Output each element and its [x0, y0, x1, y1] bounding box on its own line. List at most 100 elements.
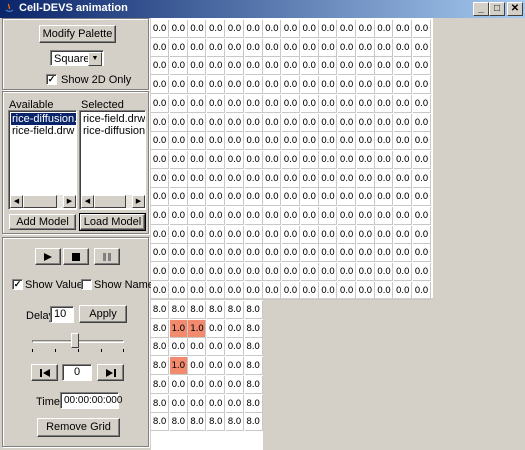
grid-cell: 0.0 — [375, 207, 394, 225]
grid-cell: 0.0 — [169, 76, 188, 95]
selected-models-list[interactable]: rice-field.drw rice-diffusion.drw ◀ ▶ — [79, 110, 146, 210]
scroll-left-icon[interactable]: ◀ — [81, 195, 94, 208]
grid-cell: 0.0 — [281, 188, 300, 207]
grid-cell: 0.0 — [412, 188, 431, 207]
load-model-button[interactable]: Load Model — [79, 213, 146, 231]
available-item[interactable]: rice-diffusion.drw — [11, 113, 76, 125]
stop-button[interactable] — [63, 248, 89, 265]
grid-cell: 0.0 — [300, 76, 319, 95]
scroll-thumb[interactable] — [94, 195, 126, 208]
scroll-left-icon[interactable]: ◀ — [10, 195, 23, 208]
grid-cell: 0.0 — [338, 94, 356, 113]
grid-cell: 0.0 — [188, 20, 207, 38]
grid-cell: 0.0 — [169, 38, 188, 57]
grid-cell: 0.0 — [151, 244, 169, 263]
grid-cell: 8.0 — [207, 301, 226, 319]
grid-cell: 0.0 — [151, 20, 169, 38]
grid-cell: 0.0 — [338, 113, 356, 132]
frame-input[interactable]: 0 — [62, 364, 92, 381]
grid-cell: 0.0 — [207, 150, 226, 169]
grid-cell: 0.0 — [412, 169, 431, 188]
grid-cell: 0.0 — [188, 207, 207, 225]
grid-cell: 0.0 — [300, 244, 319, 263]
scroll-thumb[interactable] — [23, 195, 57, 208]
grid-cell: 8.0 — [244, 357, 263, 376]
maximize-icon[interactable]: □ — [489, 2, 505, 16]
minimize-icon[interactable]: _ — [473, 2, 489, 16]
delay-slider-thumb[interactable] — [71, 333, 80, 348]
grid-cell: 0.0 — [225, 207, 244, 225]
slider-tick — [101, 349, 102, 352]
time-label: Time — [36, 396, 61, 408]
grid-cell: 0.0 — [169, 94, 188, 113]
grid-cell: 0.0 — [169, 20, 188, 38]
grid-cell: 0.0 — [412, 94, 431, 113]
show-values-label: Show Values — [25, 279, 89, 291]
grid-cell: 0.0 — [319, 188, 338, 207]
step-back-button[interactable] — [31, 364, 58, 381]
show-names-checkbox[interactable] — [81, 279, 92, 290]
grid-cell: 0.0 — [412, 132, 431, 151]
grid-cell: 0.0 — [151, 57, 169, 76]
grid-cell: 0.0 — [356, 281, 375, 300]
grid-cell: 0.0 — [300, 132, 319, 151]
title-bar[interactable]: Cell-DEVS animation _ □ ✕ — [0, 0, 525, 18]
grid-cell: 0.0 — [356, 225, 375, 244]
step-forward-button[interactable] — [97, 364, 124, 381]
chevron-down-icon[interactable]: ▼ — [88, 52, 102, 66]
add-model-button[interactable]: Add Model — [9, 214, 76, 230]
delay-input[interactable]: 10 — [50, 306, 74, 323]
scroll-right-icon[interactable]: ▶ — [63, 195, 76, 208]
grid-view[interactable]: 0.0 0.0 0.0 0.0 0.0 0.0 0.0 0.0 0.0 0.0 0.0 0.0 0.0 0… — [151, 18, 525, 450]
play-icon — [44, 253, 52, 261]
play-button[interactable] — [35, 248, 61, 265]
grid-cell: 0.0 — [225, 357, 244, 376]
grid-cell: 0.0 — [412, 281, 431, 300]
grid-cell: 0.0 — [244, 94, 263, 113]
grid-cell: 0.0 — [394, 188, 413, 207]
selected-item[interactable]: rice-diffusion.drw — [82, 125, 145, 137]
grid-cell: 0.0 — [263, 38, 282, 57]
pause-button[interactable] — [94, 248, 120, 265]
grid-cell: 0.0 — [319, 57, 338, 76]
grid-cell: 0.0 — [394, 57, 413, 76]
grid-cell: 0.0 — [319, 244, 338, 263]
grid-cell: 0.0 — [319, 94, 338, 113]
available-item[interactable]: rice-field.drw — [11, 125, 75, 137]
shape-select[interactable]: Square ▼ — [50, 50, 104, 66]
selected-item[interactable]: rice-field.drw — [82, 113, 145, 125]
grid-cell: 8.0 — [169, 301, 188, 319]
grid-cell: 0.0 — [169, 225, 188, 244]
grid-cell: 0.0 — [338, 38, 356, 57]
control-panel: Modify Palette Square ▼ ✓ Show 2D Only A… — [0, 18, 159, 450]
grid-cell: 0.0 — [207, 188, 226, 207]
apply-button[interactable]: Apply — [79, 305, 127, 323]
grid-cell: 0.0 — [319, 38, 338, 57]
scroll-right-icon[interactable]: ▶ — [132, 195, 145, 208]
modify-palette-button[interactable]: Modify Palette — [39, 25, 116, 43]
grid-cell: 0.0 — [244, 38, 263, 57]
grid-cell: 0.0 — [356, 38, 375, 57]
available-hscrollbar[interactable]: ◀ ▶ — [10, 195, 76, 208]
show-values-checkbox[interactable]: ✓ — [12, 279, 23, 290]
grid-cell: 0.0 — [244, 57, 263, 76]
close-icon[interactable]: ✕ — [507, 2, 523, 16]
show-2d-only-checkbox[interactable]: ✓ — [46, 74, 57, 85]
grid-cell: 0.0 — [356, 76, 375, 95]
remove-grid-button[interactable]: Remove Grid — [37, 418, 120, 437]
grid-cell: 0.0 — [300, 20, 319, 38]
grid-cell: 0.0 — [263, 113, 282, 132]
available-models-list[interactable]: rice-diffusion.drw rice-field.drw ◀ ▶ — [8, 110, 77, 210]
grid-cell: 0.0 — [356, 207, 375, 225]
grid-cell: 0.0 — [188, 281, 207, 300]
step-back-icon — [40, 369, 50, 377]
grid-cell: 0.0 — [188, 357, 207, 376]
grid-cell: 0.0 — [319, 169, 338, 188]
grid-cell: 0.0 — [338, 20, 356, 38]
selected-hscrollbar[interactable]: ◀ ▶ — [81, 195, 145, 208]
grid-cell: 8.0 — [244, 413, 263, 432]
grid-cell: 0.0 — [412, 76, 431, 95]
grid-cell: 8.0 — [188, 301, 207, 319]
grid-cell: 0.0 — [319, 207, 338, 225]
grid-cell: 0.0 — [188, 94, 207, 113]
